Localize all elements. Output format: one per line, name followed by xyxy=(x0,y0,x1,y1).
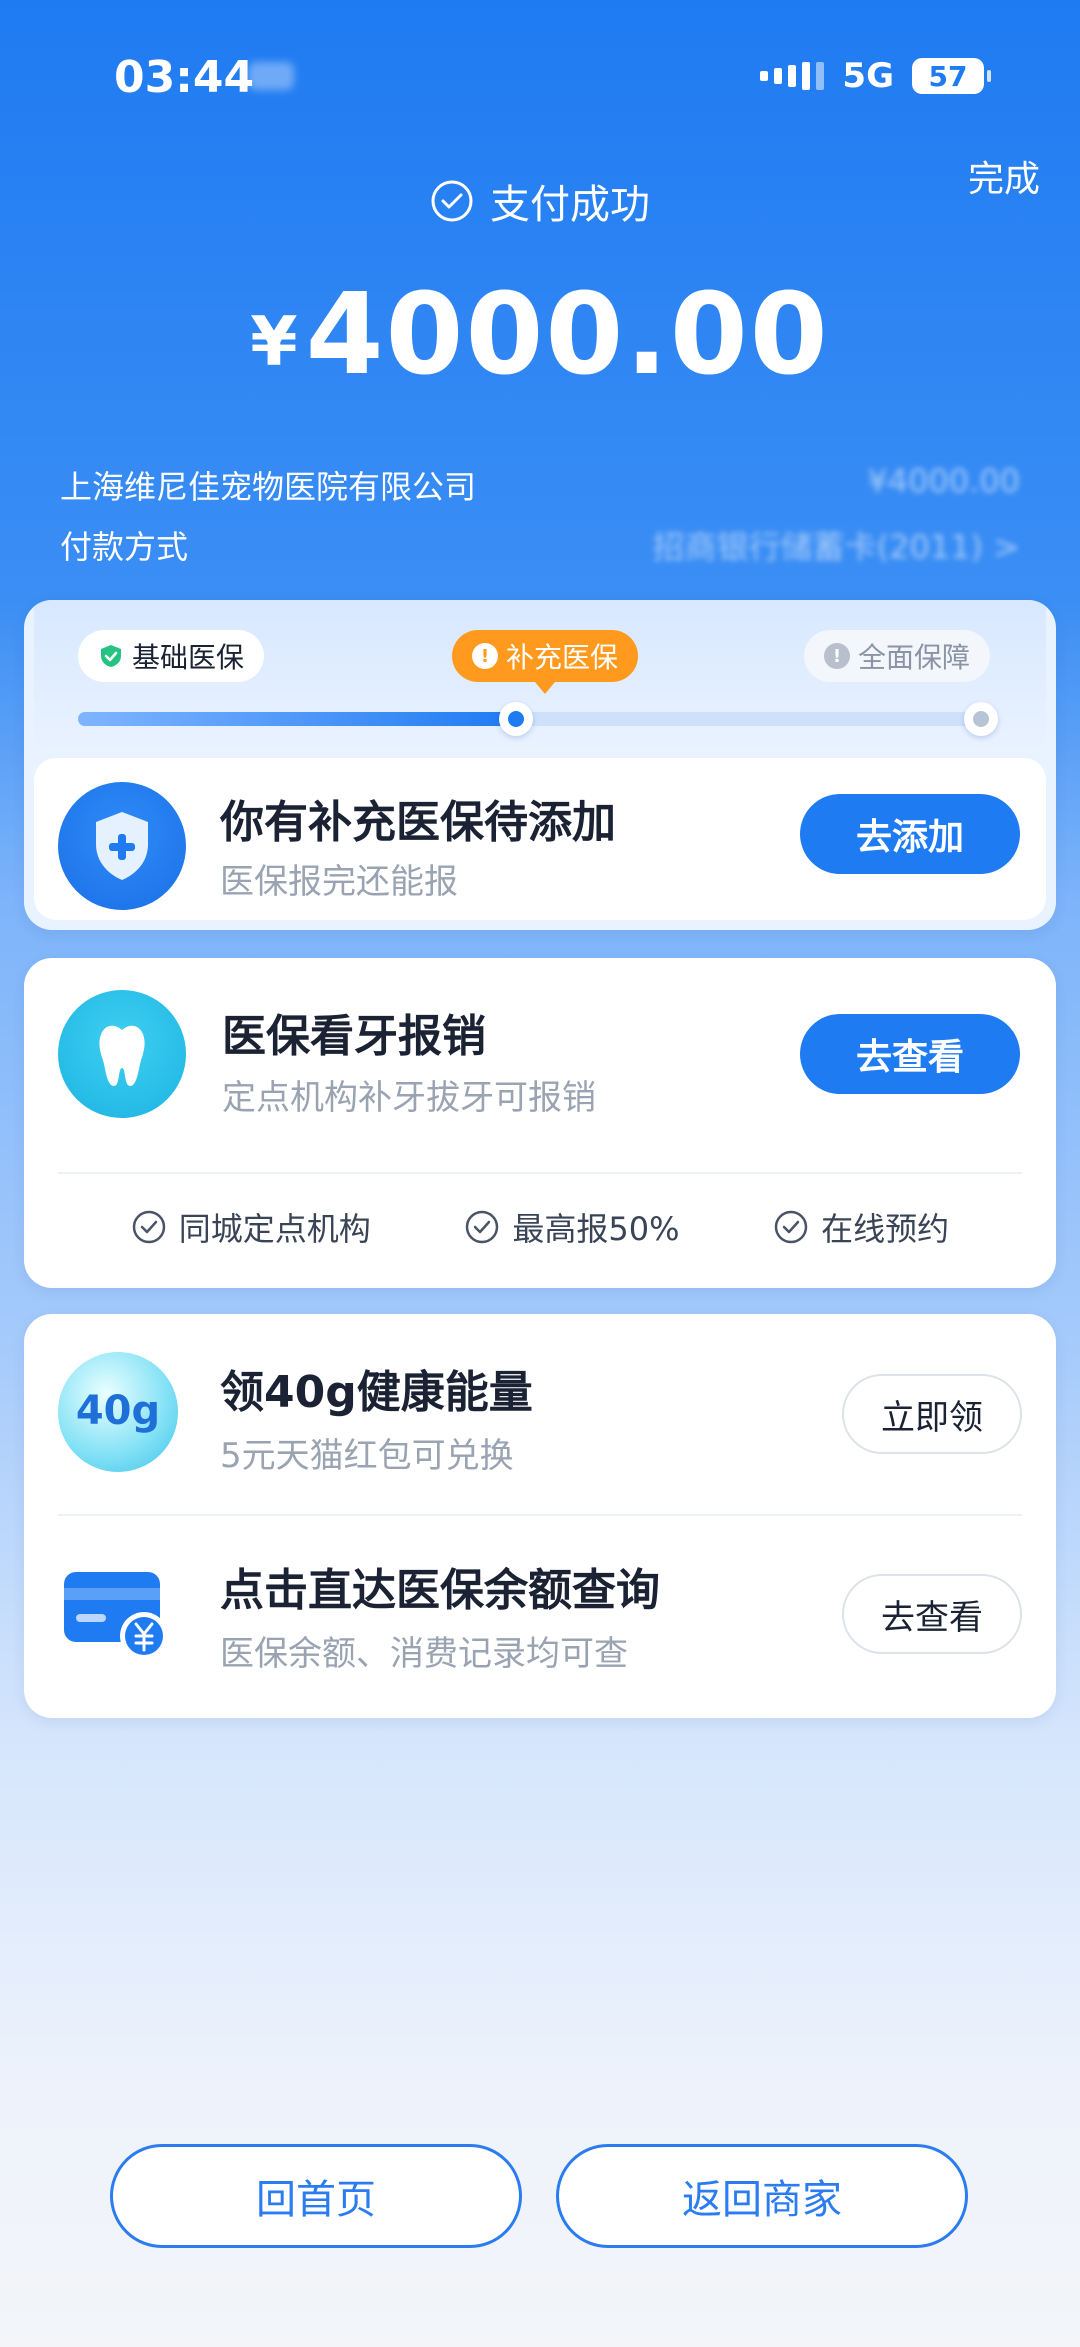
balance-subtitle: 医保余额、消费记录均可查 xyxy=(220,1634,628,1674)
dental-title: 医保看牙报销 xyxy=(222,1011,486,1062)
claim-energy-button[interactable]: 立即领 xyxy=(842,1374,1022,1454)
progress-knob-current xyxy=(498,702,533,736)
merchant-amount: ¥4000.00 xyxy=(867,462,1020,500)
step-basic-insurance[interactable]: 基础医保 xyxy=(78,630,265,682)
payment-method-label: 付款方式 xyxy=(60,528,189,566)
view-dental-button[interactable]: 去查看 xyxy=(800,1014,1020,1094)
services-card: 40g 领40g健康能量 5元天猫红包可兑换 立即领 点击直达医保余额查询 医保… xyxy=(24,1314,1056,1718)
check-circle-icon xyxy=(466,1210,499,1244)
dental-reimbursement-card: 医保看牙报销 定点机构补牙拔牙可报销 去查看 同城定点机构 最高报50% 在线预… xyxy=(24,958,1056,1288)
dental-row[interactable]: 医保看牙报销 定点机构补牙拔牙可报销 去查看 xyxy=(24,958,1056,1178)
progress-fill xyxy=(78,712,516,726)
payment-amount: ¥4000.00 xyxy=(0,270,1080,400)
progress-knob-end xyxy=(964,702,998,736)
step-full-label: 全面保障 xyxy=(857,641,970,674)
feature-item: 最高报50% xyxy=(464,1204,680,1250)
supplement-insurance-card: 基础医保 ! 补充医保 ! 全面保障 你有补充医保待添加 医保报完还能报 去添加 xyxy=(24,600,1056,930)
tooth-icon xyxy=(58,990,186,1118)
home-button[interactable]: 回首页 xyxy=(110,2144,522,2248)
divider xyxy=(58,1514,1022,1516)
payment-method-value: 招商银行储蓄卡(2011) > xyxy=(652,528,1020,566)
feature-label: 最高报50% xyxy=(512,1210,680,1248)
balance-title: 点击直达医保余额查询 xyxy=(220,1565,660,1616)
card-yuan-icon xyxy=(64,1572,168,1660)
battery-level: 57 xyxy=(928,59,968,93)
insurance-shield-icon xyxy=(58,782,186,910)
network-type: 5G xyxy=(842,56,894,96)
check-circle-icon xyxy=(132,1210,166,1244)
dental-features: 同城定点机构 最高报50% 在线预约 xyxy=(24,1204,1056,1250)
check-circle-icon xyxy=(774,1210,808,1244)
alert-icon: ! xyxy=(823,643,850,669)
energy-title: 领40g健康能量 xyxy=(220,1367,533,1418)
divider xyxy=(58,1172,1022,1174)
step-full-protection[interactable]: ! 全面保障 xyxy=(803,630,990,682)
merchant-row: 上海维尼佳宠物医院有限公司 ¥4000.00 xyxy=(60,462,1020,508)
amount-value: 4000.00 xyxy=(305,270,830,400)
status-blurred-region xyxy=(248,62,294,90)
energy-badge-icon: 40g xyxy=(58,1352,178,1472)
merchant-name: 上海维尼佳宠物医院有限公司 xyxy=(60,468,477,506)
dental-subtitle: 定点机构补牙拔牙可报销 xyxy=(222,1078,596,1118)
view-balance-button[interactable]: 去查看 xyxy=(842,1574,1022,1654)
check-circle-icon xyxy=(431,180,473,222)
feature-item: 同城定点机构 xyxy=(131,1204,371,1250)
energy-subtitle: 5元天猫红包可兑换 xyxy=(220,1436,514,1476)
status-time: 03:44 xyxy=(114,52,255,103)
status-indicators: 5G 57 xyxy=(760,56,991,96)
insurance-progress: 基础医保 ! 补充医保 ! 全面保障 xyxy=(34,600,1046,750)
add-supplement-button[interactable]: 去添加 xyxy=(800,794,1020,874)
supplement-title: 你有补充医保待添加 xyxy=(220,797,616,848)
tooth-shape-icon xyxy=(99,1025,145,1086)
step-basic-label: 基础医保 xyxy=(132,641,245,674)
signal-icon xyxy=(760,62,825,90)
energy-badge-text: 40g xyxy=(75,1388,161,1434)
balance-row[interactable]: 点击直达医保余额查询 医保余额、消费记录均可查 去查看 xyxy=(24,1518,1056,1718)
payment-method-row[interactable]: 付款方式 招商银行储蓄卡(2011) > xyxy=(60,522,1020,568)
step-supplement-insurance[interactable]: ! 补充医保 xyxy=(452,630,639,694)
feature-label: 同城定点机构 xyxy=(178,1210,371,1248)
supplement-row[interactable]: 你有补充医保待添加 医保报完还能报 去添加 xyxy=(34,758,1046,920)
supplement-subtitle: 医保报完还能报 xyxy=(220,862,458,902)
shield-check-icon xyxy=(101,645,121,667)
feature-label: 在线预约 xyxy=(821,1210,950,1248)
progress-track xyxy=(78,702,998,736)
energy-row[interactable]: 40g 领40g健康能量 5元天猫红包可兑换 立即领 xyxy=(24,1314,1056,1514)
shield-plus-icon xyxy=(96,812,148,880)
battery-icon: 57 xyxy=(912,58,991,94)
step-supplement-label: 补充医保 xyxy=(506,641,619,674)
pay-status-label: 支付成功 xyxy=(490,182,650,228)
currency-symbol: ¥ xyxy=(250,303,298,382)
return-merchant-button[interactable]: 返回商家 xyxy=(556,2144,968,2248)
alert-icon: ! xyxy=(472,643,498,669)
pay-status: 支付成功 xyxy=(0,172,1080,230)
feature-item: 在线预约 xyxy=(773,1204,949,1250)
